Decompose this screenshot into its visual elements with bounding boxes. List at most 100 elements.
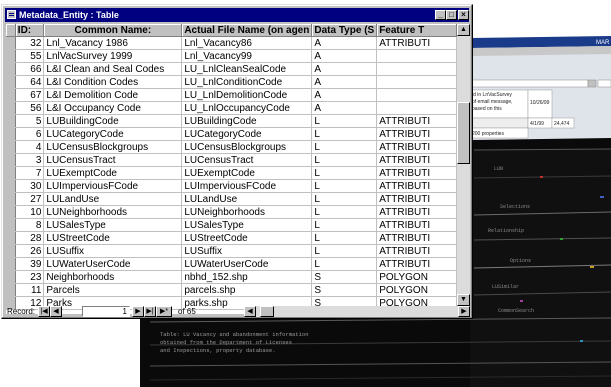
cell-file-name[interactable]: parcels.shp — [181, 283, 313, 297]
row-selector[interactable] — [6, 257, 16, 271]
cell-feature-type[interactable] — [376, 101, 457, 115]
table-row[interactable]: 30 LUImperviousFCode LUImperviousFCode L ATT… — [6, 179, 457, 193]
column-header-data-type[interactable]: Data Type (S — [311, 24, 378, 37]
cell-id[interactable]: 56 — [15, 101, 45, 115]
row-selector[interactable] — [6, 231, 16, 245]
cell-id[interactable]: 7 — [15, 166, 45, 180]
cell-common-name[interactable]: L&I Clean and Seal Codes — [43, 62, 183, 76]
cell-feature-type[interactable]: ATTRIBUTI — [376, 36, 457, 50]
row-selector[interactable] — [6, 153, 16, 167]
cell-data-type[interactable]: A — [311, 101, 378, 115]
cell-id[interactable]: 3 — [15, 153, 45, 167]
table-row[interactable]: 7 LUExemptCode LUExemptCode L ATTRIBUTI — [6, 166, 457, 180]
row-selector[interactable] — [6, 283, 16, 297]
cell-data-type[interactable]: L — [311, 153, 378, 167]
cell-file-name[interactable]: nbhd_152.shp — [181, 270, 313, 284]
table-row[interactable]: 11 Parcels parcels.shp S POLYGON — [6, 283, 457, 297]
cell-feature-type[interactable]: POLYGON — [376, 283, 457, 297]
current-record-input[interactable]: 1 — [82, 306, 130, 317]
cell-common-name[interactable]: L&I Occupancy Code — [43, 101, 183, 115]
table-row[interactable]: 32 Lnl_Vacancy 1986 Lnl_Vacancy86 A ATTRIBUT… — [6, 36, 457, 50]
cell-feature-type[interactable]: ATTRIBUTI — [376, 192, 457, 206]
cell-data-type[interactable]: L — [311, 205, 378, 219]
cell-data-type[interactable]: A — [311, 75, 378, 89]
cell-id[interactable]: 66 — [15, 62, 45, 76]
cell-feature-type[interactable] — [376, 62, 457, 76]
scroll-down-button[interactable]: ▼ — [457, 294, 470, 306]
cell-common-name[interactable]: LUBuildingCode — [43, 114, 183, 128]
row-selector[interactable] — [6, 140, 16, 154]
cell-data-type[interactable]: L — [311, 179, 378, 193]
cell-file-name[interactable]: LU_LnlDemolitionCode — [181, 88, 313, 102]
cell-data-type[interactable]: L — [311, 140, 378, 154]
cell-feature-type[interactable] — [376, 49, 457, 63]
cell-id[interactable]: 26 — [15, 244, 45, 258]
table-row[interactable]: 3 LUCensusTract LUCensusTract L ATTRIBUTI — [6, 153, 457, 167]
row-selector[interactable] — [6, 205, 16, 219]
title-bar[interactable]: Metadata_Entity : Table _ □ × — [5, 8, 469, 22]
row-selector[interactable] — [6, 166, 16, 180]
row-selector[interactable] — [6, 218, 16, 232]
cell-feature-type[interactable]: ATTRIBUTI — [376, 205, 457, 219]
cell-common-name[interactable]: Lnl_Vacancy 1986 — [43, 36, 183, 50]
cell-file-name[interactable]: LUSuffix — [181, 244, 313, 258]
cell-id[interactable]: 39 — [15, 257, 45, 271]
cell-common-name[interactable]: LUCensusTract — [43, 153, 183, 167]
cell-file-name[interactable]: LU_LnlConditionCode — [181, 75, 313, 89]
cell-id[interactable]: 64 — [15, 75, 45, 89]
scroll-up-button[interactable]: ▲ — [457, 24, 470, 36]
cell-file-name[interactable]: LUCensusBlockgroups — [181, 140, 313, 154]
select-all-corner[interactable] — [6, 24, 16, 37]
close-button[interactable]: × — [458, 10, 469, 20]
column-header-feature-type[interactable]: Feature T — [376, 24, 457, 37]
cell-feature-type[interactable]: ATTRIBUTI — [376, 257, 457, 271]
cell-data-type[interactable]: S — [311, 283, 378, 297]
column-header-common-name[interactable]: Common Name: — [43, 24, 183, 37]
cell-common-name[interactable]: LUSalesType — [43, 218, 183, 232]
maximize-button[interactable]: □ — [446, 10, 457, 20]
cell-data-type[interactable]: S — [311, 270, 378, 284]
datasheet-grid[interactable]: ID: Common Name: Actual File Name (on ag… — [6, 24, 457, 314]
row-selector[interactable] — [6, 88, 16, 102]
minimize-button[interactable]: _ — [435, 10, 446, 20]
cell-data-type[interactable]: L — [311, 114, 378, 128]
cell-common-name[interactable]: LULandUse — [43, 192, 183, 206]
cell-data-type[interactable]: L — [311, 218, 378, 232]
cell-id[interactable]: 23 — [15, 270, 45, 284]
cell-file-name[interactable]: LUSalesType — [181, 218, 313, 232]
cell-file-name[interactable]: LU_LnlOccupancyCode — [181, 101, 313, 115]
cell-feature-type[interactable]: ATTRIBUTI — [376, 114, 457, 128]
cell-common-name[interactable]: LnlVacSurvey 1999 — [43, 49, 183, 63]
next-record-button[interactable]: ▶ — [132, 306, 144, 317]
cell-id[interactable]: 30 — [15, 179, 45, 193]
cell-data-type[interactable]: L — [311, 166, 378, 180]
cell-common-name[interactable]: L&I Demolition Code — [43, 88, 183, 102]
cell-id[interactable]: 32 — [15, 36, 45, 50]
last-record-button[interactable]: ▶| — [144, 306, 156, 317]
table-row[interactable]: 26 LUSuffix LUSuffix L ATTRIBUTI — [6, 244, 457, 258]
table-row[interactable]: 28 LUStreetCode LUStreetCode L ATTRIBUTI — [6, 231, 457, 245]
row-selector[interactable] — [6, 179, 16, 193]
cell-common-name[interactable]: LUCensusBlockgroups — [43, 140, 183, 154]
cell-id[interactable]: 67 — [15, 88, 45, 102]
cell-file-name[interactable]: Lnl_Vacancy99 — [181, 49, 313, 63]
new-record-button[interactable]: ▶* — [156, 306, 172, 317]
table-row[interactable]: 27 LULandUse LULandUse L ATTRIBUTI — [6, 192, 457, 206]
horizontal-scroll-thumb[interactable] — [260, 306, 274, 317]
row-selector[interactable] — [6, 75, 16, 89]
horizontal-scrollbar[interactable]: ◀ ▶ — [244, 306, 470, 317]
column-header-file-name[interactable]: Actual File Name (on agen — [181, 24, 313, 37]
cell-id[interactable]: 55 — [15, 49, 45, 63]
cell-file-name[interactable]: LULandUse — [181, 192, 313, 206]
scroll-right-button[interactable]: ▶ — [458, 306, 470, 317]
cell-data-type[interactable]: L — [311, 244, 378, 258]
cell-id[interactable]: 10 — [15, 205, 45, 219]
cell-feature-type[interactable]: ATTRIBUTI — [376, 231, 457, 245]
cell-feature-type[interactable]: ATTRIBUTI — [376, 166, 457, 180]
cell-id[interactable]: 6 — [15, 127, 45, 141]
table-row[interactable]: 39 LUWaterUserCode LUWaterUserCode L ATTRIBU… — [6, 257, 457, 271]
row-selector[interactable] — [6, 101, 16, 115]
cell-feature-type[interactable]: ATTRIBUTI — [376, 218, 457, 232]
cell-common-name[interactable]: L&I Condition Codes — [43, 75, 183, 89]
first-record-button[interactable]: |◀ — [38, 306, 50, 317]
